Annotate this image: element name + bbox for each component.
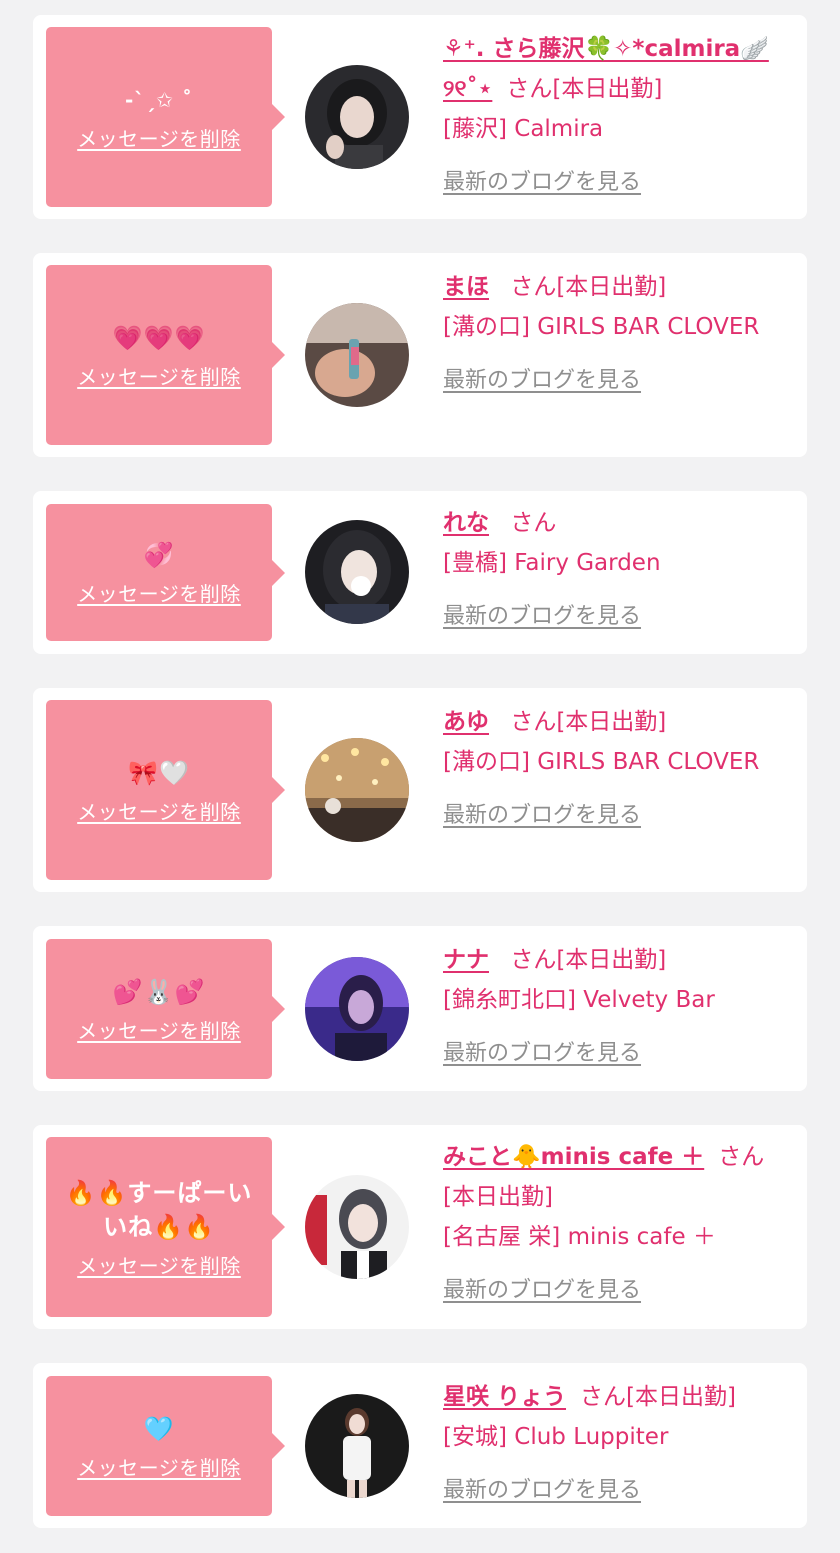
status-label: [本日出勤] <box>552 76 663 102</box>
cast-name-link[interactable]: あゆ <box>443 709 489 735</box>
cast-info: れな さん [豊橋] Fairy Garden 最新のブログを見る <box>443 503 793 637</box>
shop-name: [錦糸町北口] Velvety Bar <box>443 987 715 1013</box>
status-label: [本日出勤] <box>556 947 667 973</box>
message-text: 🩵 <box>143 1414 175 1443</box>
message-bubble: 🎀🤍 メッセージを削除 <box>46 700 285 880</box>
avatar[interactable] <box>305 1175 409 1279</box>
message-bubble: -ˋˏ✩ ˚ メッセージを削除 <box>46 27 285 207</box>
honorific: さん <box>510 274 557 300</box>
delete-message-link[interactable]: メッセージを削除 <box>77 1250 241 1279</box>
cast-info: みこと🐥minis cafe ＋ さん [本日出勤] [名古屋 栄] minis c… <box>443 1137 793 1311</box>
message-text: 💕🐰💕 <box>112 977 206 1006</box>
avatar-photo-white-dress-icon <box>305 1394 409 1498</box>
message-text: -ˋˏ✩ ˚ <box>124 87 194 112</box>
message-card: 🔥🔥すーぱーいいね🔥🔥 メッセージを削除 みこと🐥minis cafe ＋ さん [… <box>33 1125 807 1329</box>
avatar[interactable] <box>305 1394 409 1498</box>
latest-blog-link[interactable]: 最新のブログを見る <box>443 361 641 401</box>
status-label: [本日出勤] <box>556 709 667 735</box>
message-card: 💞 メッセージを削除 れな さん [豊橋] Fairy Garden 最新のブロ… <box>33 491 807 654</box>
latest-blog-link[interactable]: 最新のブログを見る <box>443 597 641 637</box>
cast-info: まほ さん[本日出勤] [溝の口] GIRLS BAR CLOVER 最新のブロ… <box>443 267 793 401</box>
avatar[interactable] <box>305 957 409 1061</box>
latest-blog-link[interactable]: 最新のブログを見る <box>443 1471 641 1511</box>
avatar-photo-dark-hair-icon <box>305 65 409 169</box>
message-bubble: 💕🐰💕 メッセージを削除 <box>46 939 285 1079</box>
honorific: さん <box>510 947 557 973</box>
message-text: 🎀🤍 <box>128 758 190 787</box>
message-text: 🔥🔥すーぱーいいね🔥🔥 <box>65 1178 253 1241</box>
cast-name-link[interactable]: まほ <box>443 274 489 300</box>
shop-name: [豊橋] Fairy Garden <box>443 550 661 576</box>
avatar[interactable] <box>305 65 409 169</box>
message-card: 💕🐰💕 メッセージを削除 ナナ さん[本日出勤] [錦糸町北口] Velvety… <box>33 926 807 1091</box>
avatar-photo-lights-icon <box>305 738 409 842</box>
message-card: 💗💗💗 メッセージを削除 まほ さん[本日出勤] [溝の口] GIRLS BAR… <box>33 253 807 457</box>
avatar-photo-bar-icon <box>305 303 409 407</box>
avatar-photo-purple-icon <box>305 957 409 1061</box>
delete-message-link[interactable]: メッセージを削除 <box>77 578 241 607</box>
latest-blog-link[interactable]: 最新のブログを見る <box>443 1034 641 1074</box>
delete-message-link[interactable]: メッセージを削除 <box>77 123 241 152</box>
status-label: [本日出勤] <box>626 1384 736 1410</box>
avatar[interactable] <box>305 303 409 407</box>
honorific: さん <box>506 76 553 102</box>
message-bubble: 🩵 メッセージを削除 <box>46 1376 285 1516</box>
message-text: 💗💗💗 <box>112 323 206 352</box>
cast-info: ⚘⁺. さら藤沢🍀✧*calmira🪽୨୧˚⋆ さん[本日出勤] [藤沢] Cal… <box>443 29 793 203</box>
message-text: 💞 <box>143 541 175 569</box>
message-bubble: 💞 メッセージを削除 <box>46 504 285 641</box>
honorific: さん <box>510 510 557 536</box>
avatar-photo-rena-icon <box>305 520 409 624</box>
avatar-photo-white-icon <box>305 1175 409 1279</box>
message-card: -ˋˏ✩ ˚ メッセージを削除 ⚘⁺. さら藤沢🍀✧*calmira🪽୨୧˚⋆ さ… <box>33 15 807 219</box>
latest-blog-link[interactable]: 最新のブログを見る <box>443 796 641 836</box>
delete-message-link[interactable]: メッセージを削除 <box>77 1015 241 1044</box>
shop-name: [溝の口] GIRLS BAR CLOVER <box>443 314 760 340</box>
cast-name-link[interactable]: みこと🐥minis cafe ＋ <box>443 1144 704 1170</box>
message-card: 🩵 メッセージを削除 星咲 りょう さん[本日出勤] [安城] Club Lupp… <box>33 1363 807 1528</box>
cast-info: ナナ さん[本日出勤] [錦糸町北口] Velvety Bar 最新のブログを見… <box>443 940 793 1074</box>
avatar[interactable] <box>305 738 409 842</box>
cast-info: あゆ さん[本日出勤] [溝の口] GIRLS BAR CLOVER 最新のブロ… <box>443 702 793 836</box>
honorific: さん <box>580 1384 627 1410</box>
cast-name-link[interactable]: ナナ <box>443 947 489 973</box>
cast-info: 星咲 りょう さん[本日出勤] [安城] Club Luppiter 最新のブログ… <box>443 1377 793 1511</box>
message-bubble: 🔥🔥すーぱーいいね🔥🔥 メッセージを削除 <box>46 1137 285 1317</box>
avatar[interactable] <box>305 520 409 624</box>
shop-name: [名古屋 栄] minis cafe ＋ <box>443 1224 716 1250</box>
shop-name: [溝の口] GIRLS BAR CLOVER <box>443 749 760 775</box>
cast-name-link[interactable]: 星咲 りょう <box>443 1384 566 1410</box>
delete-message-link[interactable]: メッセージを削除 <box>77 361 241 390</box>
message-bubble: 💗💗💗 メッセージを削除 <box>46 265 285 445</box>
shop-name: [安城] Club Luppiter <box>443 1424 669 1450</box>
honorific: さん <box>510 709 557 735</box>
status-label: [本日出勤] <box>556 274 667 300</box>
delete-message-link[interactable]: メッセージを削除 <box>77 796 241 825</box>
latest-blog-link[interactable]: 最新のブログを見る <box>443 1271 641 1311</box>
shop-name: [藤沢] Calmira <box>443 116 604 142</box>
status-label: [本日出勤] <box>443 1184 553 1210</box>
delete-message-link[interactable]: メッセージを削除 <box>77 1452 241 1481</box>
cast-name-link[interactable]: れな <box>443 510 489 536</box>
message-card: 🎀🤍 メッセージを削除 あゆ さん[本日出勤] [溝の口] GIRLS BAR … <box>33 688 807 892</box>
honorific: さん <box>718 1144 765 1170</box>
latest-blog-link[interactable]: 最新のブログを見る <box>443 163 641 203</box>
